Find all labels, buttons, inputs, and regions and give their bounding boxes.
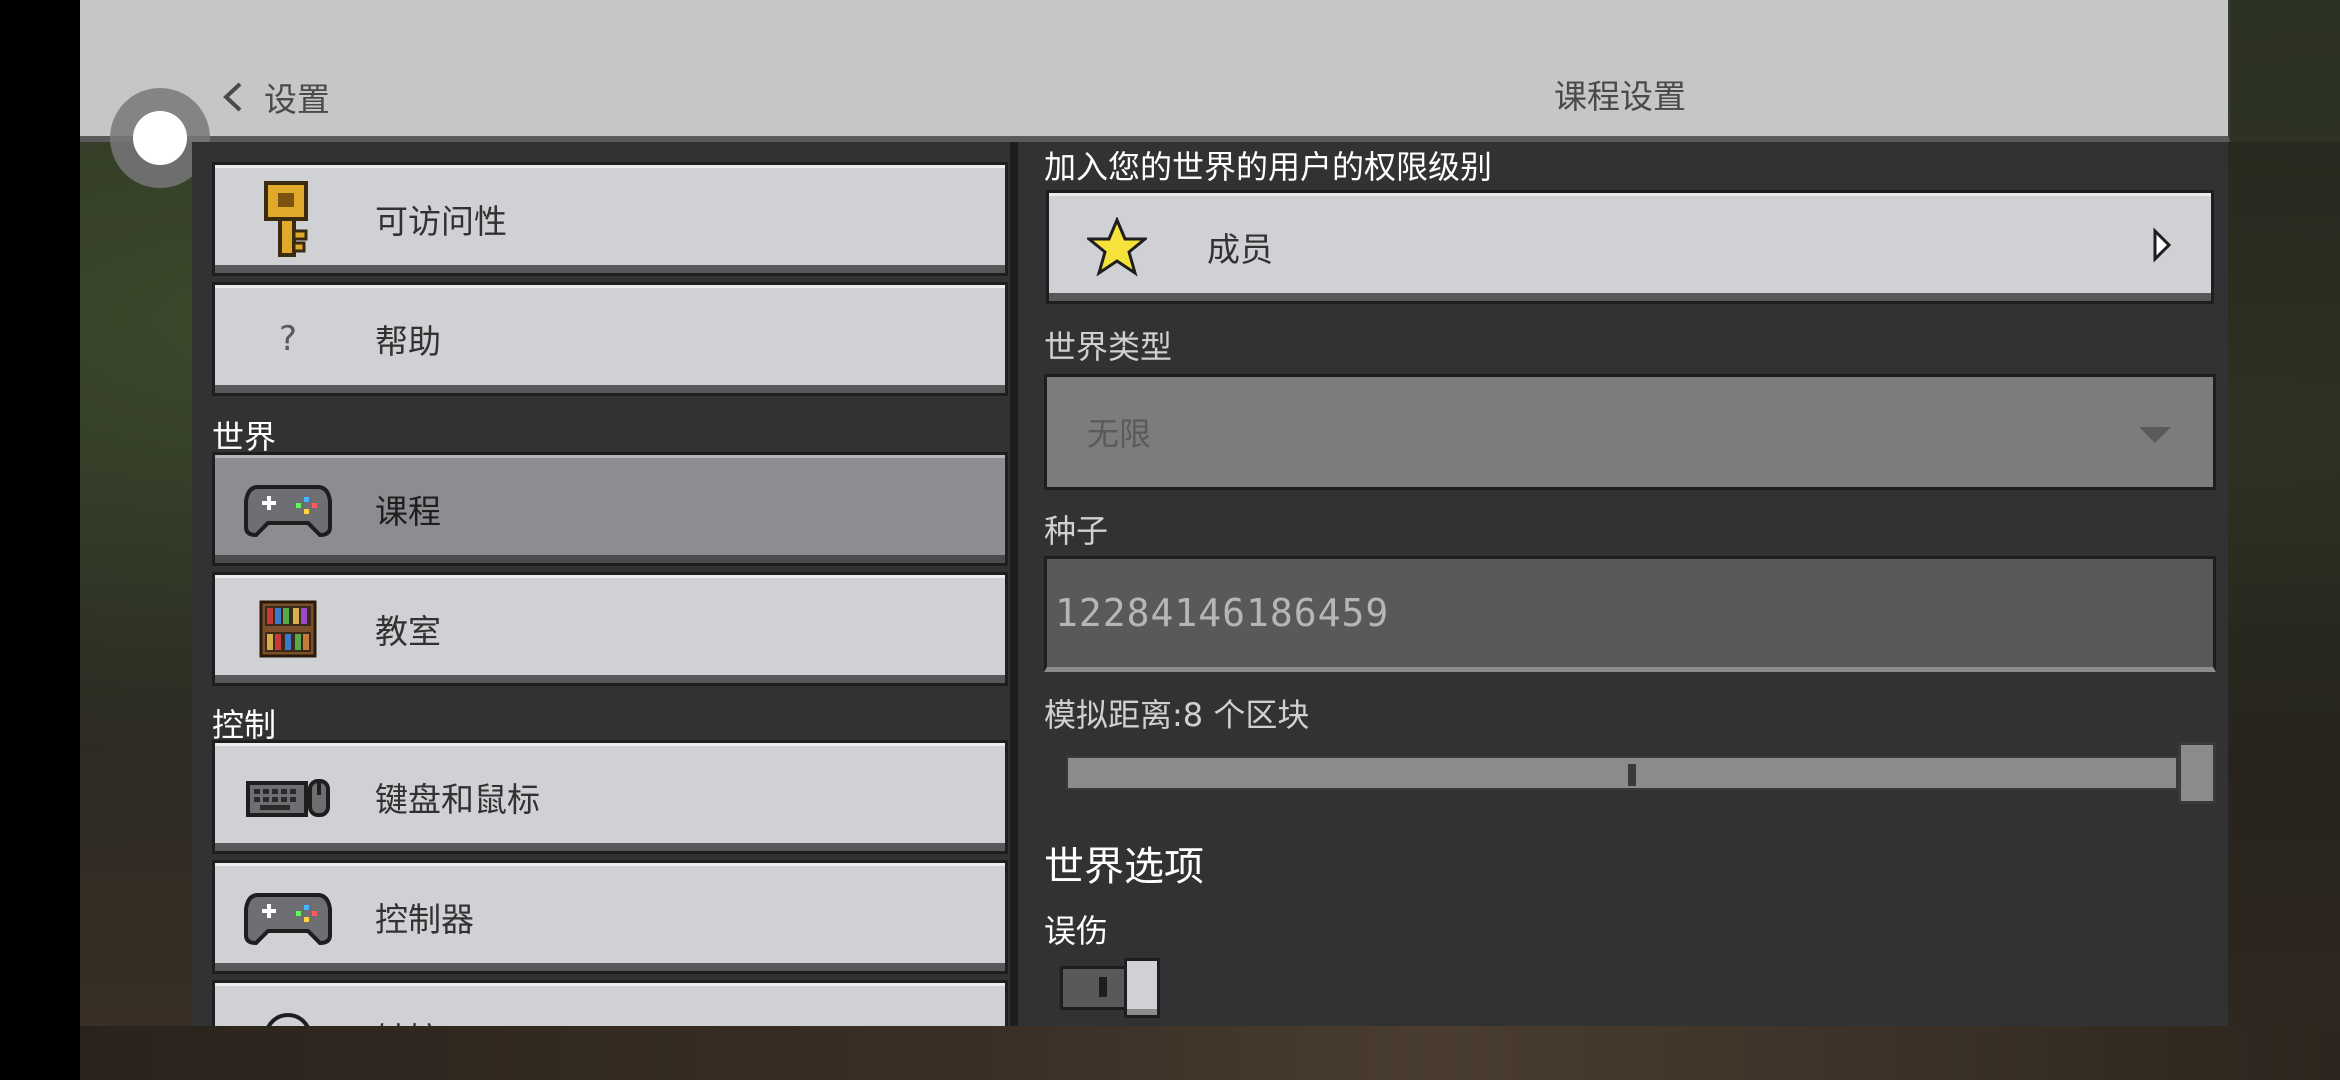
sidebar-item-label: 教室 bbox=[375, 612, 441, 651]
settings-sidebar: 可访问性 ? 帮助 世界 课程 教室 控制 键盘和鼠标 控制器 bbox=[192, 142, 1010, 1026]
touch-icon bbox=[233, 997, 343, 1026]
world-type-label: 世界类型 bbox=[1044, 328, 1173, 366]
sidebar-item-help[interactable]: ? 帮助 bbox=[212, 282, 1008, 396]
permission-level-button[interactable]: 成员 bbox=[1046, 190, 2214, 304]
header-bar: 设置 课程设置 bbox=[80, 0, 2230, 142]
sidebar-item-keyboard-mouse[interactable]: 键盘和鼠标 bbox=[212, 740, 1008, 854]
sidebar-item-touch[interactable]: 触控 bbox=[212, 980, 1008, 1026]
seed-field[interactable] bbox=[1044, 556, 2216, 672]
controller-icon bbox=[233, 469, 343, 549]
sidebar-item-course[interactable]: 课程 bbox=[212, 452, 1008, 566]
toggle-knob bbox=[1124, 958, 1160, 1018]
sim-distance-label: 模拟距离:8 个区块 bbox=[1044, 696, 1310, 734]
sidebar-item-accessibility[interactable]: 可访问性 bbox=[212, 162, 1008, 276]
course-settings-panel: 加入您的世界的用户的权限级别 成员 世界类型 无限 种子 模拟距离:8 个区块 … bbox=[1018, 142, 2228, 1026]
back-button[interactable]: 设置 bbox=[220, 72, 330, 122]
keyboard-mouse-icon bbox=[233, 757, 343, 837]
sidebar-item-label: 触控 bbox=[375, 1013, 441, 1026]
sidebar-item-label: 帮助 bbox=[375, 322, 441, 361]
world-type-dropdown[interactable]: 无限 bbox=[1044, 374, 2216, 490]
back-label: 设置 bbox=[264, 80, 330, 119]
sidebar-item-classroom[interactable]: 教室 bbox=[212, 572, 1008, 686]
world-type-value: 无限 bbox=[1087, 415, 1152, 453]
key-icon bbox=[233, 179, 343, 259]
world-options-heading: 世界选项 bbox=[1044, 844, 1204, 890]
sim-distance-slider-track[interactable] bbox=[1066, 756, 2178, 790]
background-ground bbox=[80, 1026, 2340, 1080]
toggle-off-indicator bbox=[1099, 977, 1107, 997]
sidebar-item-controller[interactable]: 控制器 bbox=[212, 860, 1008, 974]
seed-label: 种子 bbox=[1044, 512, 1109, 550]
friendly-fire-label: 误伤 bbox=[1044, 912, 1109, 950]
sidebar-item-label: 控制器 bbox=[375, 900, 474, 939]
permission-value: 成员 bbox=[1207, 230, 1273, 269]
controller-icon bbox=[233, 877, 343, 957]
sidebar-item-label: 课程 bbox=[375, 492, 441, 531]
question-icon: ? bbox=[278, 319, 298, 359]
permission-label: 加入您的世界的用户的权限级别 bbox=[1044, 148, 1493, 186]
bookshelf-icon bbox=[233, 589, 343, 669]
background-overlay bbox=[2228, 142, 2340, 1026]
sim-distance-slider-handle[interactable] bbox=[2178, 742, 2216, 804]
floating-dot-icon bbox=[133, 111, 187, 165]
page-title: 课程设置 bbox=[1554, 77, 1686, 116]
slider-tick bbox=[1628, 764, 1636, 786]
chevron-down-icon bbox=[2137, 425, 2173, 449]
sidebar-item-label: 键盘和鼠标 bbox=[375, 780, 540, 819]
chevron-right-icon bbox=[2151, 227, 2172, 267]
friendly-fire-toggle[interactable] bbox=[1060, 958, 1160, 1018]
sidebar-item-label: 可访问性 bbox=[375, 202, 507, 241]
star-icon bbox=[1087, 217, 1147, 277]
seed-input[interactable] bbox=[1053, 582, 2197, 644]
panel-divider bbox=[1010, 142, 1018, 1026]
chevron-left-icon bbox=[223, 82, 242, 112]
